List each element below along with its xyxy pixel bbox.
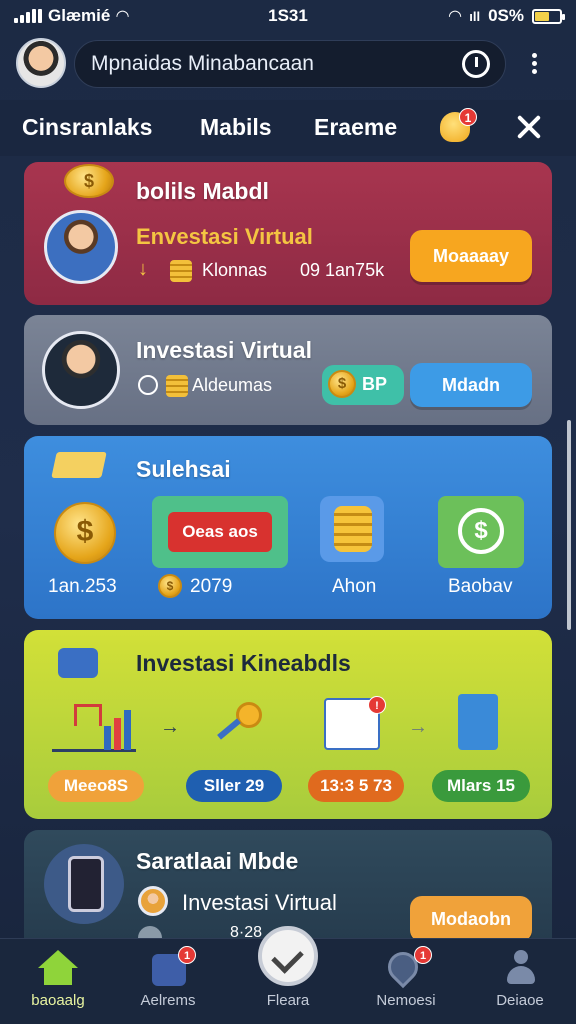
check-icon[interactable] [258, 926, 318, 986]
money-icon [51, 452, 107, 478]
card-meta: Aldeumas [192, 375, 273, 395]
more-options-icon[interactable] [528, 50, 540, 78]
status-right: ◠ ıll 0S% [448, 6, 565, 26]
card-action-button[interactable]: Mdadn [410, 363, 532, 407]
coin-icon: $ [64, 164, 114, 198]
key-icon [210, 698, 270, 752]
coin-stack-icon [170, 260, 192, 282]
item-label: Baobav [448, 576, 513, 597]
flow-pill[interactable]: 13:3 5 73 [308, 770, 404, 802]
arrow-right-icon: → [408, 716, 428, 738]
card-portfolio: Sulehsai $ 1an.253 Oeas aos $ 2079 Ahon … [24, 436, 552, 619]
battery-percent: 0S% [488, 6, 524, 25]
clock-icon [138, 375, 158, 395]
phone-hand-icon [44, 844, 124, 924]
card-title: bolils Mabdl [136, 178, 269, 204]
arrow-down-icon: ↓ [138, 258, 148, 280]
points-badge-label: BP [362, 374, 388, 394]
investor-portrait-icon [42, 331, 120, 409]
coin-stack-icon [334, 506, 372, 552]
scrollbar[interactable] [567, 420, 571, 630]
tab-cinsranlaks[interactable]: Cinsranlaks [22, 114, 152, 141]
battery-icon [532, 8, 565, 24]
dollar-icon: $ [458, 508, 504, 554]
coin-stack-tile[interactable] [320, 496, 384, 562]
building-icon [458, 694, 498, 750]
card-meta-left: Klonnas [202, 260, 268, 280]
growth-chart-icon [52, 700, 136, 752]
card-title: Saratlaai Mbde [136, 848, 299, 874]
points-badge[interactable]: $ BP [322, 365, 404, 405]
flow-pill[interactable]: Mlars 15 [432, 770, 530, 802]
card-subtitle: Envestasi Virtual [136, 224, 313, 249]
dollar-coin-icon[interactable]: $ [54, 502, 116, 564]
cash-tile[interactable]: $ [438, 496, 524, 568]
card-virtual-investment-3[interactable]: Saratlaai Mbde Investasi Virtual 8·28 Mo… [24, 830, 552, 940]
nav-profile-label[interactable]: Deiaoe [470, 992, 570, 1009]
close-icon[interactable] [515, 113, 543, 141]
profile-icon[interactable] [506, 950, 536, 986]
item-label: 1an.253 [48, 576, 117, 597]
status-bar: Glæmié ◠ 1S31 ◠ ıll 0S% [0, 0, 576, 32]
search-text: Mpnaidas Minabancaan [91, 52, 314, 75]
tab-mabils[interactable]: Mabils [200, 114, 272, 141]
wifi-icon: ◠ [448, 8, 462, 25]
card-title: Sulehsai [136, 456, 231, 482]
item-label: 2079 [190, 576, 233, 597]
nav-home-label[interactable]: baoaalg [8, 992, 108, 1009]
card-investment-flow: Investasi Kineabdls → ! → Meeo8S Sller 2… [24, 630, 552, 819]
search-input[interactable]: Mpnaidas Minabancaan [74, 40, 506, 88]
document-badge: ! [368, 696, 386, 714]
card-virtual-investment-2[interactable]: Investasi Virtual Aldeumas $ BP Mdadn [24, 315, 552, 425]
coin-stack-icon [166, 375, 188, 397]
battery-fill [535, 11, 549, 21]
robot-icon [58, 648, 98, 678]
nav-apps-label[interactable]: Aelrems [118, 992, 218, 1009]
user-avatar[interactable] [16, 38, 66, 88]
flow-pill[interactable]: Sller 29 [186, 770, 282, 802]
flow-pill[interactable]: Meeo8S [48, 770, 144, 802]
arrow-right-icon: → [160, 716, 180, 738]
card-virtual-investment-1[interactable]: $ bolils Mabdl Envestasi Virtual ↓ Klonn… [24, 162, 552, 305]
coin-icon: $ [328, 370, 356, 398]
timer-icon[interactable] [462, 50, 490, 78]
nav-badge: 1 [178, 946, 196, 964]
card-action-button[interactable]: Moaaaay [410, 230, 532, 282]
coin-icon: $ [158, 574, 182, 598]
tab-eraeme[interactable]: Eraeme [314, 114, 397, 141]
investor-portrait-icon [44, 210, 118, 284]
nav-location-label[interactable]: Nemoesi [356, 992, 456, 1009]
promo-banner: Oeas aos [168, 512, 272, 552]
card-meta-right: 09 1an75k [300, 260, 385, 280]
item-label: Ahon [332, 576, 377, 597]
home-icon[interactable] [38, 950, 78, 986]
signal-icon: ıll [469, 8, 481, 24]
investor-avatar [138, 886, 168, 916]
nav-badge: 1 [414, 946, 432, 964]
card-action-button[interactable]: Modaobn [410, 896, 532, 940]
promo-card-icon[interactable]: Oeas aos [152, 496, 288, 568]
card-title: Investasi Kineabdls [136, 650, 351, 676]
card-title: Investasi Virtual [136, 337, 312, 363]
card-subtitle: Investasi Virtual [182, 890, 337, 915]
notification-badge: 1 [459, 108, 477, 126]
nav-center-label[interactable]: Fleara [238, 992, 338, 1009]
